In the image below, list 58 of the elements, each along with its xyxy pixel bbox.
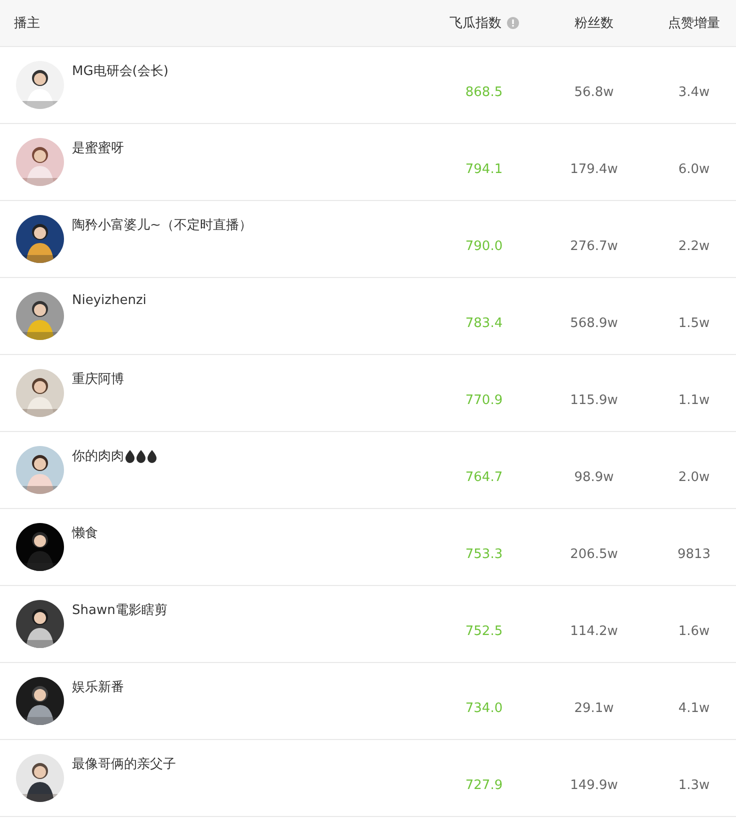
table-row[interactable]: 重庆阿博 770.9 115.9w 1.1w xyxy=(0,355,736,432)
fans-count: 114.2w xyxy=(570,624,618,638)
index-value: 790.0 xyxy=(465,238,503,254)
index-value: 794.1 xyxy=(465,162,503,176)
table-row[interactable]: MG电研会(会长) 868.5 56.8w 3.4w xyxy=(0,47,736,124)
table-row[interactable]: 娱乐新番 734.0 29.1w 4.1w xyxy=(0,663,736,740)
likes-increase: 6.0w xyxy=(678,162,710,176)
likes-increase: 2.2w xyxy=(678,238,710,254)
index-value: 753.3 xyxy=(465,546,503,562)
info-icon[interactable] xyxy=(506,17,518,29)
table-row[interactable]: 最像哥俩的亲父子 727.9 149.9w 1.3w xyxy=(0,740,736,817)
streamer-name: 是蜜蜜呀 xyxy=(72,140,124,157)
likes-increase: 3.4w xyxy=(678,84,710,100)
fans-count: 56.8w xyxy=(574,84,614,100)
index-value: 752.5 xyxy=(465,624,503,638)
fans-count: 276.7w xyxy=(570,238,618,254)
table-row[interactable]: 你的肉肉 764.7 98.9w 2.0w xyxy=(0,432,736,509)
fans-count: 115.9w xyxy=(570,392,618,408)
table-row[interactable]: 是蜜蜜呀 794.1 179.4w 6.0w xyxy=(0,124,736,201)
table-row[interactable]: 懒食 753.3 206.5w 9813 xyxy=(0,509,736,586)
drop-icon xyxy=(147,450,157,462)
streamer-name: 你的肉肉 xyxy=(72,448,124,465)
table-row[interactable]: Shawn電影瞎剪 752.5 114.2w 1.6w xyxy=(0,586,736,663)
streamer-name: 重庆阿博 xyxy=(72,371,124,388)
fans-count: 179.4w xyxy=(570,162,618,176)
index-value: 727.9 xyxy=(465,778,503,792)
drop-icon xyxy=(136,450,146,462)
likes-increase: 2.0w xyxy=(678,470,710,484)
streamer-name: 最像哥俩的亲父子 xyxy=(72,756,176,773)
table-row[interactable]: Nieyizhenzi 783.4 568.9w 1.5w xyxy=(0,278,736,355)
streamer-name: Shawn電影瞎剪 xyxy=(72,602,168,619)
index-value: 734.0 xyxy=(465,700,503,716)
likes-increase: 4.1w xyxy=(678,700,710,716)
drop-icon xyxy=(125,450,135,462)
table-row[interactable]: 陶矜小富婆儿~（不定时直播） 790.0 276.7w 2.2w xyxy=(0,201,736,278)
fans-count: 206.5w xyxy=(570,546,618,562)
index-value: 868.5 xyxy=(465,84,503,100)
likes-increase: 1.6w xyxy=(678,624,710,638)
fans-count: 29.1w xyxy=(574,700,614,716)
column-header: 粉丝数 xyxy=(574,15,614,32)
column-header: 飞瓜指数 xyxy=(450,15,502,32)
fans-count: 98.9w xyxy=(574,470,614,484)
likes-increase: 1.3w xyxy=(678,778,710,792)
streamer-name: 陶矜小富婆儿~（不定时直播） xyxy=(72,217,252,234)
streamer-name: 懒食 xyxy=(72,525,98,542)
index-value: 783.4 xyxy=(465,316,503,330)
likes-increase: 1.1w xyxy=(678,392,710,408)
fans-count: 568.9w xyxy=(570,316,618,330)
streamer-name: 娱乐新番 xyxy=(72,679,124,696)
index-value: 770.9 xyxy=(465,392,503,408)
column-header: 播主 xyxy=(14,15,40,32)
index-value: 764.7 xyxy=(465,470,503,484)
fans-count: 149.9w xyxy=(570,778,618,792)
streamer-name: Nieyizhenzi xyxy=(72,293,146,308)
streamer-name: MG电研会(会长) xyxy=(72,63,168,80)
likes-increase: 9813 xyxy=(677,546,711,562)
likes-increase: 1.5w xyxy=(678,316,710,330)
column-header: 点赞增量 xyxy=(668,15,720,32)
